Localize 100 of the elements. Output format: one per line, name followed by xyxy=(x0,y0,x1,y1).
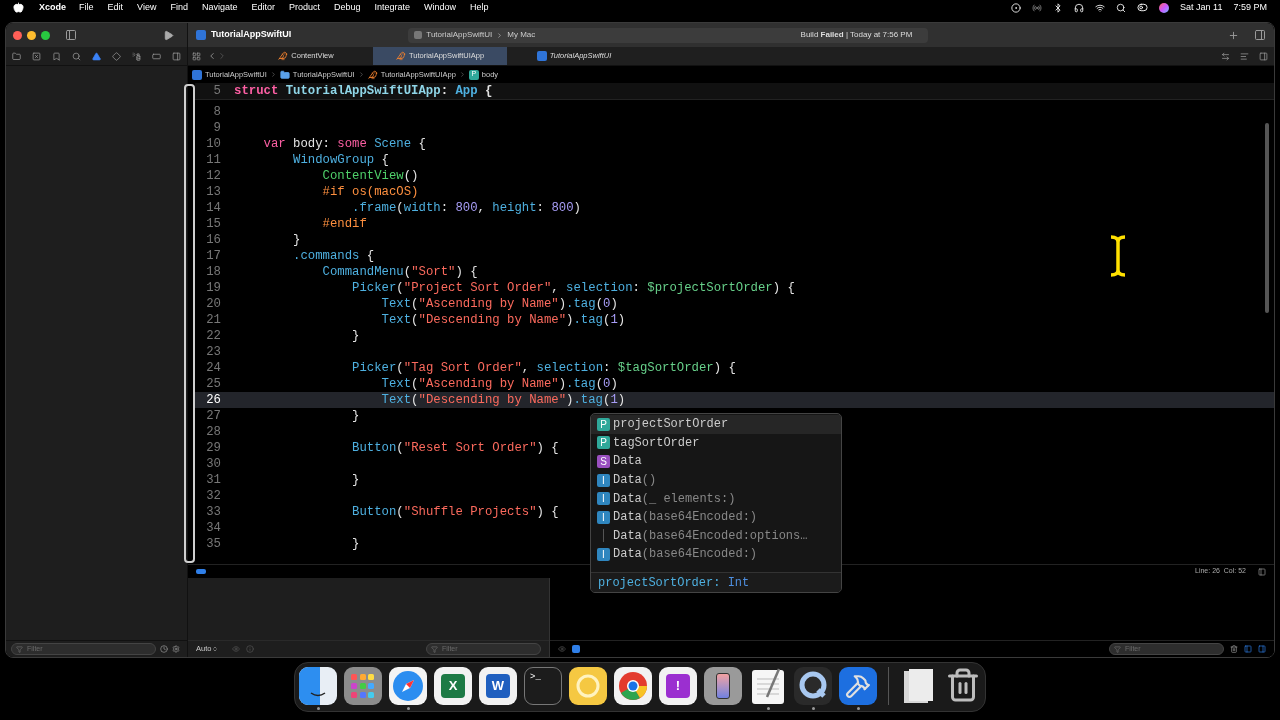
kind-badge: P xyxy=(597,436,610,450)
app-icon[interactable]: ! xyxy=(659,667,697,705)
notepad-icon[interactable] xyxy=(749,667,787,705)
sidebar-toggle-icon[interactable] xyxy=(65,29,77,41)
separator-icon xyxy=(357,71,365,78)
scrollbar[interactable] xyxy=(1265,123,1269,313)
diamond-icon[interactable] xyxy=(112,51,121,61)
menu-item[interactable]: View xyxy=(137,0,157,15)
search-icon[interactable] xyxy=(1116,2,1127,13)
run-button[interactable] xyxy=(163,29,174,41)
quicktime-icon[interactable] xyxy=(794,667,832,705)
code-line: Text("Ascending by Name").tag(0) xyxy=(380,376,618,392)
headphones-icon[interactable] xyxy=(1074,2,1085,13)
compass-icon[interactable] xyxy=(389,667,427,705)
code-line: #endif xyxy=(321,216,367,232)
activity-bar[interactable]: TutorialAppSwiftUI My Mac Build Failed | Today at 7:56 PM xyxy=(408,27,929,43)
xcode-icon[interactable] xyxy=(839,667,877,705)
record-icon[interactable] xyxy=(1011,2,1022,13)
menu-item[interactable]: Product xyxy=(288,0,320,15)
completion-item[interactable]: S Data xyxy=(591,452,841,471)
ring-icon[interactable] xyxy=(569,667,607,705)
bluetooth-icon[interactable] xyxy=(1053,2,1064,13)
code-line: } xyxy=(351,472,360,488)
separator-icon xyxy=(269,71,277,78)
kind-badge: I xyxy=(597,492,610,506)
completion-item[interactable]: I Data(_ elements:) xyxy=(591,489,841,508)
line-number: 35 xyxy=(205,536,221,552)
build-status: Build Failed | Today at 7:56 PM xyxy=(800,29,913,41)
chrome-icon[interactable] xyxy=(614,667,652,705)
completion-item[interactable]: I Data() xyxy=(591,470,841,490)
folder-icon[interactable] xyxy=(12,51,21,61)
code-line: CommandMenu("Sort") { xyxy=(321,264,478,280)
swift-icon xyxy=(278,51,289,61)
menu-item[interactable]: Debug xyxy=(334,0,361,15)
line-number: 8 xyxy=(212,104,221,120)
completion-item[interactable]: I Data(base64Encoded:) xyxy=(591,507,841,527)
completion-item[interactable]: I Data(base64Encoded:) xyxy=(591,545,841,564)
trash-icon[interactable] xyxy=(945,667,981,703)
code-line: Button("Shuffle Projects") { xyxy=(351,504,559,520)
swap-icon[interactable] xyxy=(1221,51,1230,61)
rectangle-icon[interactable] xyxy=(152,51,161,61)
code-line: var body: some Scene { xyxy=(262,136,426,152)
minimize-button[interactable] xyxy=(27,30,36,40)
apple-icon[interactable] xyxy=(13,2,24,13)
broadcast-icon[interactable] xyxy=(1032,2,1043,13)
finder-icon[interactable] xyxy=(299,667,337,705)
destination-name[interactable]: My Mac xyxy=(507,29,536,41)
bookmark-icon[interactable] xyxy=(52,51,61,61)
lines-icon[interactable] xyxy=(1240,51,1249,61)
line-number: 15 xyxy=(205,216,221,232)
line-number: 9 xyxy=(212,120,221,136)
settings-icon[interactable] xyxy=(172,645,180,653)
spray-can-icon[interactable] xyxy=(132,51,141,61)
inspector-toggle-icon[interactable] xyxy=(1254,29,1266,41)
close-button[interactable] xyxy=(13,30,22,40)
code-line: } xyxy=(351,536,360,552)
siri-icon[interactable] xyxy=(1159,2,1170,13)
toggle-icon[interactable] xyxy=(1137,2,1149,13)
filter-icon xyxy=(431,645,438,653)
app-icon[interactable]: X xyxy=(434,667,472,705)
grid-icon[interactable] xyxy=(192,51,201,61)
code-line: Button("Reset Sort Order") { xyxy=(351,440,559,456)
menu-item[interactable]: Navigate xyxy=(201,0,238,15)
line-number: 20 xyxy=(205,296,221,312)
zoom-button[interactable] xyxy=(41,30,50,40)
menu-time[interactable]: 7:59 PM xyxy=(1233,0,1267,15)
clock-icon[interactable] xyxy=(160,645,168,653)
panel-icon[interactable] xyxy=(1259,51,1268,61)
completion-item[interactable]: P tagSortOrder xyxy=(591,433,841,453)
panel-icon[interactable] xyxy=(1258,567,1266,576)
wifi-icon[interactable] xyxy=(1095,2,1106,13)
menu-app-name[interactable]: Xcode xyxy=(39,0,66,15)
menu-item[interactable]: File xyxy=(79,0,94,15)
completion-item[interactable]: Data(base64Encoded:options… xyxy=(591,526,841,546)
scheme-name[interactable]: TutorialAppSwiftUI xyxy=(426,29,493,41)
overload-line xyxy=(603,529,604,543)
menu-item[interactable]: Help xyxy=(470,0,489,15)
menu-item[interactable]: Edit xyxy=(107,0,124,15)
filter-icon xyxy=(1114,645,1121,653)
add-icon[interactable] xyxy=(1228,29,1239,41)
back-icon[interactable] xyxy=(207,51,217,61)
code-line: Text("Descending by Name").tag(1) xyxy=(380,312,626,328)
menu-item[interactable]: Window xyxy=(424,0,457,15)
launchpad-icon[interactable] xyxy=(344,667,382,705)
warning-icon[interactable] xyxy=(92,51,101,61)
code-line: .commands { xyxy=(292,248,375,264)
menu-date[interactable]: Sat Jan 11 xyxy=(1180,0,1223,15)
menu-item[interactable]: Editor xyxy=(251,0,275,15)
separator-icon xyxy=(458,71,466,78)
kind-badge: P xyxy=(597,417,610,431)
output-icon[interactable] xyxy=(572,645,580,653)
panel-icon[interactable] xyxy=(172,51,181,61)
phone-icon[interactable] xyxy=(704,667,742,705)
completion-item[interactable]: P projectSortOrder xyxy=(591,415,841,434)
x-square-icon[interactable] xyxy=(32,51,41,61)
menu-item[interactable]: Integrate xyxy=(374,0,411,15)
terminal-icon[interactable]: >_ xyxy=(524,667,562,705)
code-line: } xyxy=(292,232,301,248)
app-icon[interactable]: W xyxy=(479,667,517,705)
menu-item[interactable]: Find xyxy=(170,0,188,15)
